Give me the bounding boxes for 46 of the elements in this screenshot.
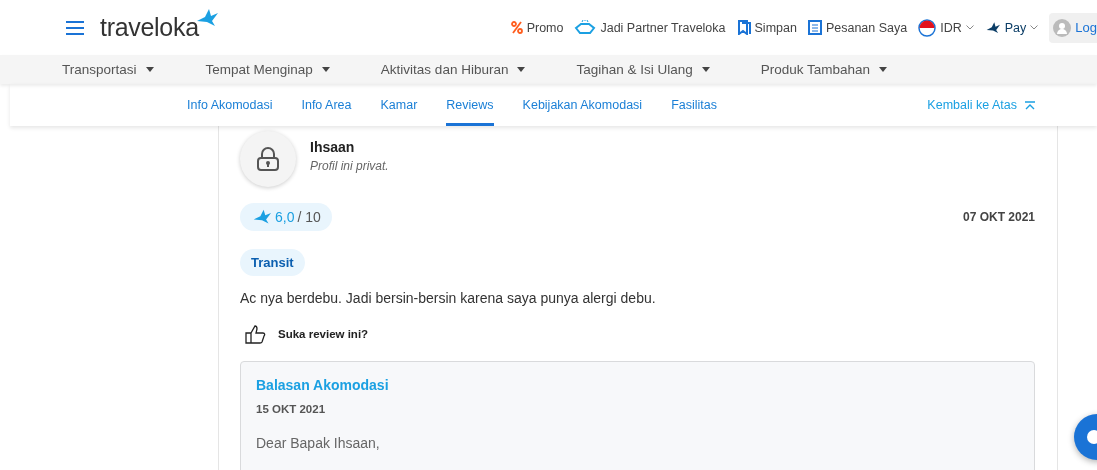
flag-icon [918,18,937,37]
score-badge: 6,0 / 10 [240,203,332,231]
chevron-down-icon [965,25,974,30]
section-tab[interactable]: Fasilitas [671,84,717,126]
trip-tag: Transit [240,249,305,276]
menu-icon[interactable] [65,19,85,36]
category-menu[interactable]: Tempat Menginap [205,62,330,77]
profile-note: Profil ini privat. [310,159,389,173]
section-tab[interactable]: Reviews [446,84,494,126]
section-tab[interactable]: Info Akomodasi [187,84,273,126]
caret-icon [701,67,710,72]
reviewer-name: Ihsaan [310,139,356,155]
bird-icon [252,208,272,226]
reply-text: Dear Bapak Ihsaan, [256,435,381,451]
currency-link[interactable]: IDR [918,18,974,37]
category-menu[interactable]: Produk Tambahan [760,62,888,77]
arrow-up-icon [1025,100,1035,110]
save-link[interactable]: Simpan [736,20,797,35]
section-tab[interactable]: Kebijakan Akomodasi [522,84,643,126]
review-text: Ac nya berdebu. Jadi bersin-bersin karena saya punya alergi debu. [240,290,657,306]
orders-link[interactable]: Pesanan Saya [807,20,908,35]
section-tab[interactable]: Kamar [380,84,418,126]
caret-icon [517,67,526,72]
login-button[interactable]: Log [1049,12,1097,43]
avatar-icon [1053,18,1072,37]
thumbs-up-icon [245,324,267,344]
caret-icon [879,67,888,72]
like-button[interactable]: Suka review ini? [245,324,1035,344]
promo-link[interactable]: Promo [510,20,564,35]
reply-title: Balasan Akomodasi [256,377,390,393]
percent-icon [510,21,523,34]
chevron-down-icon [1030,25,1039,30]
category-menu[interactable]: Transportasi [62,62,154,77]
reply-date: 15 OKT 2021 [256,403,327,415]
document-icon [807,20,822,35]
partner-link[interactable]: Jadi Partner Traveloka [574,19,726,36]
caret-icon [321,67,330,72]
bookmark-icon [736,20,751,35]
category-menu[interactable]: Tagihan & Isi Ulang [576,62,710,77]
pay-link[interactable]: Pay [984,20,1039,35]
bird-icon [984,20,1001,35]
section-tab[interactable]: Info Area [301,84,352,126]
review-date: 07 OKT 2021 [962,210,1035,224]
lock-icon [256,146,280,172]
category-menu[interactable]: Aktivitas dan Hiburan [380,62,526,77]
caret-icon [145,67,154,72]
